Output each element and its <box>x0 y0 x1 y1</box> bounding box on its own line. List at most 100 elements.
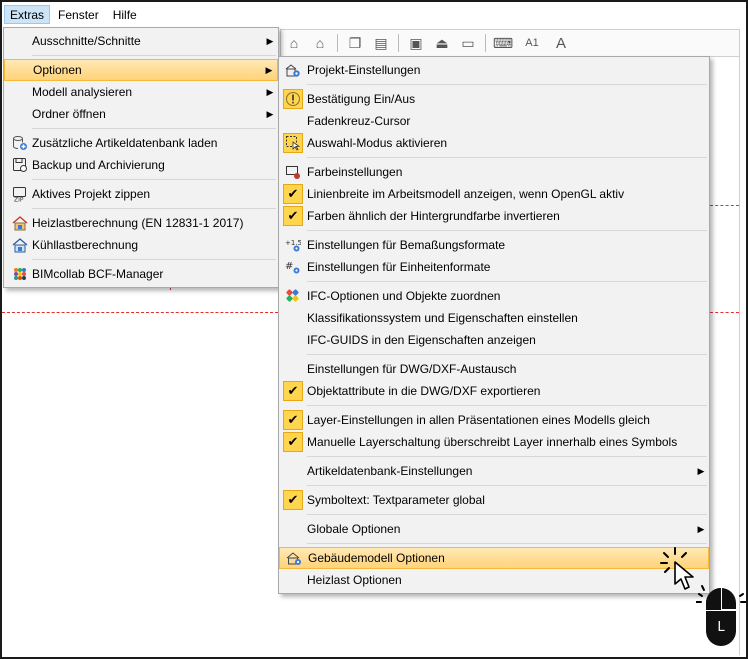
menu-item-label: Heizlastberechnung (EN 12831-1 2017) <box>32 216 244 230</box>
menu-item-ifc-optionen[interactable]: IFC-Optionen und Objekte zuordnen <box>279 285 709 307</box>
checkmark-icon: ✔ <box>283 410 303 430</box>
submenu-arrow-icon: ▶ <box>266 109 274 119</box>
building-model-icon <box>284 548 304 568</box>
menu-item-label: Einstellungen für Bemaßungsformate <box>307 238 506 252</box>
menu-item-label: Symboltext: Textparameter global <box>307 493 485 507</box>
text-tool-icon[interactable]: A1 <box>520 34 544 52</box>
menu-item-projekt-zippen[interactable]: ZIP Aktives Projekt zippen <box>4 183 278 205</box>
menu-separator <box>307 84 707 85</box>
menu-item-symboltext[interactable]: ✔ Symboltext: Textparameter global <box>279 489 709 511</box>
menu-item-klassifikationssystem[interactable]: Klassifikationssystem und Eigenschaften … <box>279 307 709 329</box>
menu-item-objektattribute-dwg[interactable]: ✔ Objektattribute in die DWG/DXF exporti… <box>279 380 709 402</box>
menu-extras[interactable]: Extras <box>4 5 51 24</box>
blank-icon <box>9 60 33 80</box>
menu-item-label: Globale Optionen <box>307 522 401 536</box>
mouse-button-label: L <box>717 620 725 635</box>
menu-item-heizlastberechnung[interactable]: Heizlastberechnung (EN 12831-1 2017) <box>4 212 278 234</box>
menu-separator <box>32 128 276 129</box>
menu-hilfe[interactable]: Hilfe <box>107 5 143 24</box>
menu-item-einheitenformate[interactable]: # Einstellungen für Einheitenformate <box>279 256 709 278</box>
menu-item-dwg-dxf-austausch[interactable]: Einstellungen für DWG/DXF-Austausch <box>279 358 709 380</box>
menu-item-label: Manuelle Layerschaltung überschreibt Lay… <box>307 435 678 449</box>
menu-item-label: IFC-Optionen und Objekte zuordnen <box>307 289 501 303</box>
menu-item-artikeldatenbank-laden[interactable]: Zusätzliche Artikeldatenbank laden <box>4 132 278 154</box>
menu-item-label: Projekt-Einstellungen <box>307 63 421 77</box>
menu-item-fadenkreuz-cursor[interactable]: Fadenkreuz-Cursor <box>279 110 709 132</box>
menu-item-projekt-einstellungen[interactable]: Projekt-Einstellungen <box>279 59 709 81</box>
menu-separator <box>307 281 707 282</box>
menu-item-bemassungsformate[interactable]: +1.5 Einstellungen für Bemaßungsformate <box>279 234 709 256</box>
toolbar-separator <box>398 34 399 52</box>
menu-item-heizlast-optionen[interactable]: Heizlast Optionen <box>279 569 709 591</box>
heating-load-icon <box>8 213 32 233</box>
house-outline-icon[interactable]: ⌂ <box>285 34 303 52</box>
ifc-icon <box>283 286 303 306</box>
menu-item-label: Farben ähnlich der Hintergrundfarbe inve… <box>307 209 560 223</box>
mouse-left-click-icon: L <box>695 580 747 652</box>
svg-text:+1.5: +1.5 <box>285 239 301 247</box>
submenu-arrow-icon: ▶ <box>697 466 705 476</box>
menu-item-label: Gebäudemodell Optionen <box>308 551 445 565</box>
checkmark-icon: ✔ <box>283 490 303 510</box>
house-solid-icon[interactable]: ⌂ <box>311 34 329 52</box>
roof-icon[interactable]: ⏏ <box>433 34 451 52</box>
menu-separator <box>32 259 276 260</box>
menu-item-gebaeudemodell-optionen[interactable]: Gebäudemodell Optionen <box>279 547 709 569</box>
database-add-icon <box>8 133 32 153</box>
checkmark-icon: ✔ <box>283 206 303 226</box>
menu-item-label: Zusätzliche Artikeldatenbank laden <box>32 136 218 150</box>
menu-item-farbeinstellungen[interactable]: Farbeinstellungen <box>279 161 709 183</box>
window-icon[interactable]: ▭ <box>459 34 477 52</box>
menu-item-backup-archivierung[interactable]: Backup und Archivierung <box>4 154 278 176</box>
document-add-icon[interactable]: ▤ <box>372 34 390 52</box>
unit-format-icon: # <box>283 257 303 277</box>
svg-text:ZIP: ZIP <box>14 197 24 203</box>
menu-item-label: Einstellungen für Einheitenformate <box>307 260 491 274</box>
menu-separator <box>307 543 707 544</box>
menu-item-label: Ordner öffnen <box>32 107 106 121</box>
menu-item-label: BIMcollab BCF-Manager <box>32 267 164 281</box>
copy-stack-icon[interactable]: ❐ <box>346 34 364 52</box>
blank-icon <box>8 104 32 124</box>
menubar: Extras Fenster Hilfe <box>2 2 746 27</box>
submenu-arrow-icon: ▶ <box>697 524 705 534</box>
keyboard-icon[interactable]: ⌨ <box>493 34 513 52</box>
frame-icon[interactable]: ▣ <box>407 34 425 52</box>
menu-item-ausschnitte-schnitte[interactable]: Ausschnitte/Schnitte ▶ <box>4 30 278 52</box>
toolbar-separator <box>337 34 338 52</box>
menu-item-linienbreite-opengl[interactable]: ✔ Linienbreite im Arbeitsmodell anzeigen… <box>279 183 709 205</box>
menu-item-manuelle-layerschaltung[interactable]: ✔ Manuelle Layerschaltung überschreibt L… <box>279 431 709 453</box>
menu-fenster[interactable]: Fenster <box>52 5 105 24</box>
font-tool-icon[interactable]: A <box>552 34 570 52</box>
menu-item-label: Bestätigung Ein/Aus <box>307 92 416 106</box>
menu-item-kuehllastberechnung[interactable]: Kühllastberechnung <box>4 234 278 256</box>
menu-item-ifc-guids[interactable]: IFC-GUIDS in den Eigenschaften anzeigen <box>279 329 709 351</box>
menu-item-ordner-oeffnen[interactable]: Ordner öffnen ▶ <box>4 103 278 125</box>
menu-item-artikeldatenbank-einstellungen[interactable]: Artikeldatenbank-Einstellungen ▶ <box>279 460 709 482</box>
menu-item-label: Linienbreite im Arbeitsmodell anzeigen, … <box>307 187 625 201</box>
svg-text:#: # <box>285 261 293 272</box>
menu-item-label: IFC-GUIDS in den Eigenschaften anzeigen <box>307 333 536 347</box>
submenu-arrow-icon: ▶ <box>266 36 274 46</box>
menu-item-bestaetigung[interactable]: Bestätigung Ein/Aus <box>279 88 709 110</box>
menu-item-label: Fadenkreuz-Cursor <box>307 114 411 128</box>
menu-item-optionen[interactable]: Optionen ▶ <box>4 59 278 81</box>
checkmark-icon: ✔ <box>283 381 303 401</box>
menu-item-farben-invertieren[interactable]: ✔ Farben ähnlich der Hintergrundfarbe in… <box>279 205 709 227</box>
menu-item-label: Farbeinstellungen <box>307 165 403 179</box>
menu-item-bimcollab[interactable]: BIMcollab BCF-Manager <box>4 263 278 285</box>
menu-item-label: Artikeldatenbank-Einstellungen <box>307 464 473 478</box>
checkmark-icon: ✔ <box>283 432 303 452</box>
menu-item-auswahl-modus[interactable]: Auswahl-Modus aktivieren <box>279 132 709 154</box>
menu-separator <box>307 514 707 515</box>
menu-item-label: Objektattribute in die DWG/DXF exportier… <box>307 384 541 398</box>
optionen-submenu: Projekt-Einstellungen Bestätigung Ein/Au… <box>278 56 710 594</box>
menu-item-label: Modell analysieren <box>32 85 133 99</box>
blank-icon <box>8 82 32 102</box>
menu-item-globale-optionen[interactable]: Globale Optionen ▶ <box>279 518 709 540</box>
menu-separator <box>307 456 707 457</box>
menu-item-label: Kühllastberechnung <box>32 238 139 252</box>
menu-item-layer-einstellungen[interactable]: ✔ Layer-Einstellungen in allen Präsentat… <box>279 409 709 431</box>
canvas-dashed-line <box>710 205 739 206</box>
menu-item-modell-analysieren[interactable]: Modell analysieren ▶ <box>4 81 278 103</box>
